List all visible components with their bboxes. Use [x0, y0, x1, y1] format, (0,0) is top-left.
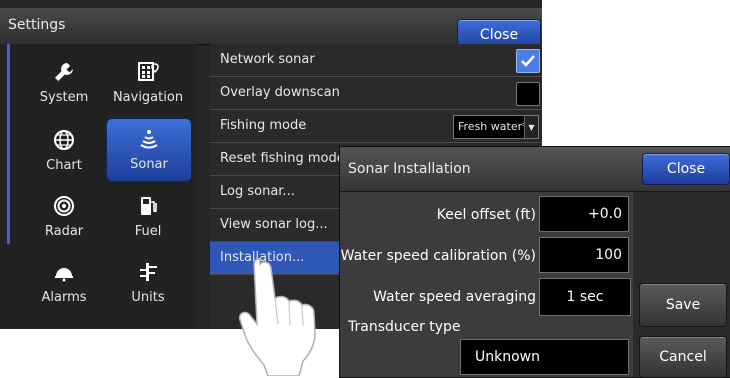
category-label: System — [39, 90, 89, 105]
category-navigation[interactable]: Navigation — [106, 52, 190, 114]
settings-title-bar: Settings Close — [0, 8, 542, 51]
fishing-mode-value: Fresh water* — [458, 120, 528, 133]
category-label: Sonar — [130, 157, 168, 172]
menu-item-label: Reset fishing mode — [220, 151, 345, 166]
keel-offset-label: Keel offset (ft) — [436, 207, 536, 223]
category-label: Chart — [46, 158, 82, 173]
category-label: Fuel — [134, 224, 162, 239]
touch-hand-icon — [238, 258, 316, 376]
save-button[interactable]: Save — [639, 283, 727, 327]
sonar-icon — [107, 127, 191, 153]
globe-icon — [22, 128, 106, 154]
category-label: Units — [131, 290, 165, 305]
chevron-down-icon: ▼ — [524, 116, 538, 138]
radar-icon — [22, 194, 106, 220]
wrench-icon — [22, 60, 106, 86]
dialog-form: Keel offset (ft) +0.0 Water speed calibr… — [340, 192, 633, 377]
units-icon — [106, 260, 190, 286]
menu-item-network-sonar[interactable]: Network sonar — [210, 44, 542, 77]
sidebar-scroll-indicator[interactable] — [7, 44, 10, 244]
category-units[interactable]: Units — [106, 252, 190, 314]
network-sonar-checkbox[interactable] — [516, 49, 540, 73]
settings-category-sidebar: System Navigation Chart Sonar Radar Fuel… — [0, 44, 196, 329]
water-speed-calibration-field[interactable]: 100 — [539, 237, 629, 273]
keel-offset-field[interactable]: +0.0 — [539, 196, 629, 232]
alarm-bell-icon — [22, 260, 106, 286]
menu-item-label: Network sonar — [220, 52, 315, 67]
category-sonar[interactable]: Sonar — [106, 118, 192, 182]
sonar-installation-dialog: Sonar Installation Close Keel offset (ft… — [339, 146, 730, 378]
settings-title: Settings — [8, 17, 66, 33]
dialog-title-bar: Sonar Installation Close — [340, 147, 730, 192]
water-speed-averaging-label: Water speed averaging — [373, 289, 536, 305]
menu-item-label: Overlay downscan — [220, 85, 340, 100]
category-radar[interactable]: Radar — [22, 186, 106, 248]
fishing-mode-select[interactable]: Fresh water* ▼ — [453, 115, 539, 139]
category-alarms[interactable]: Alarms — [22, 252, 106, 314]
menu-item-fishing-mode[interactable]: Fishing mode Fresh water* ▼ — [210, 110, 542, 143]
category-label: Navigation — [112, 90, 184, 105]
menu-item-label: View sonar log... — [220, 217, 328, 232]
category-label: Alarms — [41, 290, 87, 305]
dialog-title: Sonar Installation — [348, 161, 471, 177]
cancel-button[interactable]: Cancel — [639, 336, 727, 378]
menu-item-overlay-downscan[interactable]: Overlay downscan — [210, 77, 542, 110]
dialog-button-panel: Save Cancel — [636, 192, 730, 378]
transducer-type-field[interactable]: Unknown — [460, 339, 629, 375]
fuel-pump-icon — [106, 194, 190, 220]
water-speed-averaging-field[interactable]: 1 sec — [539, 278, 631, 316]
menu-item-label: Log sonar... — [220, 184, 295, 199]
category-label: Radar — [44, 224, 84, 239]
dialog-close-button[interactable]: Close — [642, 153, 730, 185]
category-chart[interactable]: Chart — [22, 120, 106, 182]
menu-item-label: Fishing mode — [220, 118, 307, 133]
category-fuel[interactable]: Fuel — [106, 186, 190, 248]
overlay-downscan-checkbox[interactable] — [516, 82, 540, 106]
water-speed-calibration-label: Water speed calibration (%) — [340, 248, 536, 264]
category-system[interactable]: System — [22, 52, 106, 114]
transducer-type-label: Transducer type — [348, 319, 461, 335]
calculator-icon — [106, 60, 190, 86]
checkmark-icon — [521, 55, 535, 67]
